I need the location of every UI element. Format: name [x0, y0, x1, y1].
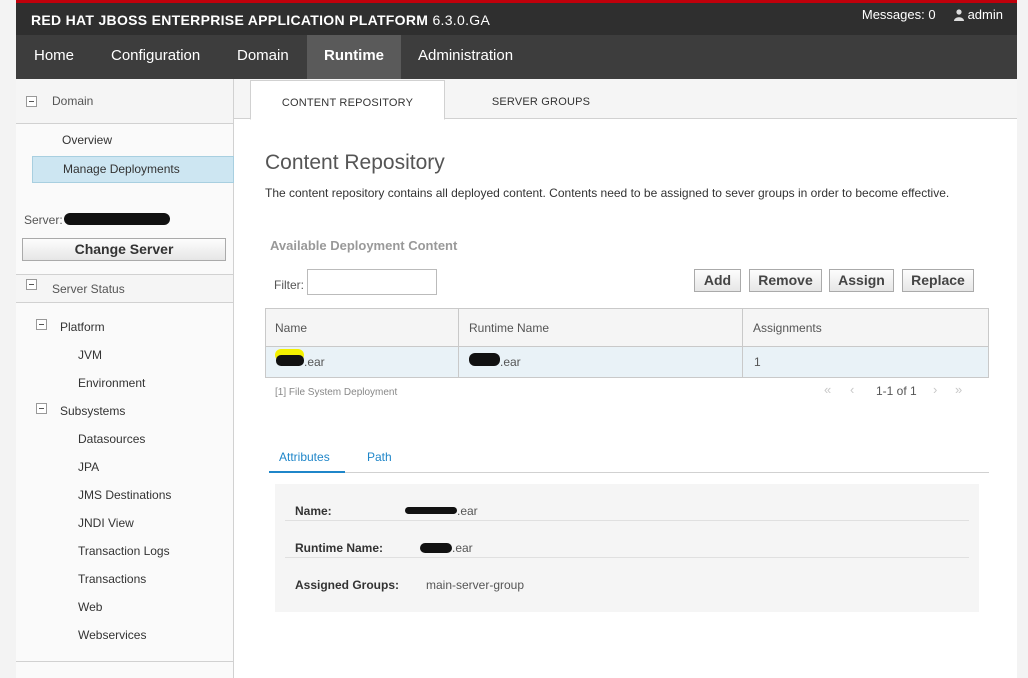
attribute-row-name: Name: .ear — [285, 484, 969, 521]
remove-button[interactable]: Remove — [749, 269, 822, 292]
sidebar-section-label: Domain — [52, 94, 94, 108]
redacted-server-name — [64, 213, 170, 225]
filter-label: Filter: — [274, 278, 304, 292]
sidebar-item-transactions[interactable]: Transactions — [78, 572, 146, 586]
table-header-row: Name Runtime Name Assignments — [266, 309, 988, 347]
attribute-row-assigned-groups: Assigned Groups: main-server-group — [285, 558, 969, 595]
attribute-value: main-server-group — [426, 578, 525, 592]
sidebar-item-jvm[interactable]: JVM — [78, 348, 102, 362]
table-row[interactable]: .ear .ear 1 — [266, 347, 988, 377]
sidebar-section-label: Server Status — [52, 282, 125, 296]
brand-version: 6.3.0.GA — [432, 12, 491, 28]
column-divider — [458, 309, 459, 377]
user-menu[interactable]: admin — [953, 7, 1003, 22]
nav-domain[interactable]: Domain — [219, 35, 307, 79]
main-navbar: Home Configuration Domain Runtime Admini… — [16, 35, 1017, 79]
nav-runtime[interactable]: Runtime — [307, 35, 401, 79]
cell-assignments: 1 — [754, 355, 761, 369]
page-gutter-right — [1017, 0, 1028, 678]
sidebar-section-domain[interactable]: Domain — [16, 79, 233, 124]
change-server-button[interactable]: Change Server — [22, 238, 226, 261]
add-button[interactable]: Add — [694, 269, 741, 292]
cell-runtime-name: .ear — [500, 355, 521, 369]
sidebar-item-environment[interactable]: Environment — [78, 376, 145, 390]
attribute-label: Name: — [295, 504, 332, 518]
nav-administration[interactable]: Administration — [400, 35, 531, 79]
first-page-icon[interactable]: « — [824, 382, 831, 397]
tab-path[interactable]: Path — [367, 450, 392, 464]
tab-strip: CONTENT REPOSITORY SERVER GROUPS — [234, 79, 1017, 120]
attribute-value: .ear — [457, 504, 478, 518]
last-page-icon[interactable]: » — [955, 382, 962, 397]
column-header-runtime-name[interactable]: Runtime Name — [469, 321, 549, 335]
top-header-bar: RED HAT JBOSS ENTERPRISE APPLICATION PLA… — [16, 0, 1017, 35]
column-divider — [742, 309, 743, 377]
active-tab-indicator — [269, 471, 345, 473]
header-tools: Messages: 0 admin — [862, 7, 1003, 22]
sidebar-item-datasources[interactable]: Datasources — [78, 432, 145, 446]
server-selector: Server: Change Server — [16, 197, 233, 275]
tab-server-groups[interactable]: SERVER GROUPS — [446, 80, 636, 120]
sidebar-divider — [16, 661, 233, 662]
collapse-icon[interactable] — [26, 279, 37, 290]
redacted-runtime-name — [469, 353, 500, 366]
sidebar-section-server-status[interactable]: Server Status — [16, 275, 233, 303]
previous-page-icon[interactable]: ‹ — [850, 382, 854, 397]
sidebar-item-overview[interactable]: Overview — [62, 133, 112, 147]
collapse-icon[interactable] — [36, 319, 47, 330]
collapse-icon[interactable] — [36, 403, 47, 414]
assign-button[interactable]: Assign — [829, 269, 894, 292]
redacted-name — [276, 355, 304, 366]
sidebar-item-manage-deployments[interactable]: Manage Deployments — [32, 156, 234, 183]
page-gutter-left — [0, 0, 16, 678]
sidebar-item-platform[interactable]: Platform — [60, 320, 105, 334]
column-header-name[interactable]: Name — [275, 321, 307, 335]
nav-home[interactable]: Home — [16, 35, 92, 79]
detail-tabs-divider — [269, 472, 989, 473]
sidebar-item-subsystems[interactable]: Subsystems — [60, 404, 125, 418]
page-title: Content Repository — [265, 151, 445, 174]
brand-title: RED HAT JBOSS ENTERPRISE APPLICATION PLA… — [31, 12, 490, 28]
user-icon — [953, 8, 964, 21]
attribute-value: .ear — [452, 541, 473, 555]
table-footnote: [1] File System Deployment — [275, 387, 398, 398]
sidebar: Domain Overview Manage Deployments Serve… — [16, 79, 234, 678]
tab-attributes[interactable]: Attributes — [279, 450, 330, 464]
section-title: Available Deployment Content — [270, 238, 458, 253]
server-label: Server: — [24, 213, 63, 227]
redacted-value — [405, 507, 457, 514]
sidebar-item-jpa[interactable]: JPA — [78, 460, 99, 474]
attributes-panel: Name: .ear Runtime Name: .ear Assigned G… — [275, 484, 979, 612]
page-description: The content repository contains all depl… — [265, 186, 950, 200]
sidebar-item-web[interactable]: Web — [78, 600, 102, 614]
nav-configuration[interactable]: Configuration — [93, 35, 218, 79]
attribute-label: Runtime Name: — [295, 541, 384, 555]
column-header-assignments[interactable]: Assignments — [753, 321, 822, 335]
messages-link[interactable]: Messages: 0 — [862, 7, 936, 22]
sidebar-item-transaction-logs[interactable]: Transaction Logs — [78, 544, 170, 558]
sidebar-item-jms-destinations[interactable]: JMS Destinations — [78, 488, 171, 502]
sidebar-item-webservices[interactable]: Webservices — [78, 628, 146, 642]
redacted-value — [420, 543, 452, 553]
next-page-icon[interactable]: › — [933, 382, 937, 397]
brand-name: RED HAT JBOSS ENTERPRISE APPLICATION PLA… — [31, 12, 429, 28]
replace-button[interactable]: Replace — [902, 269, 974, 292]
pager-status: 1-1 of 1 — [876, 384, 917, 398]
sidebar-item-jndi-view[interactable]: JNDI View — [78, 516, 134, 530]
filter-input[interactable] — [307, 269, 437, 295]
collapse-icon[interactable] — [26, 96, 37, 107]
attribute-row-runtime-name: Runtime Name: .ear — [285, 521, 969, 558]
deployment-table: Name Runtime Name Assignments .ear .ear … — [265, 308, 989, 378]
tab-content-repository[interactable]: CONTENT REPOSITORY — [250, 80, 445, 120]
attribute-label: Assigned Groups: — [295, 578, 400, 592]
username: admin — [967, 7, 1003, 22]
cell-name: .ear — [304, 355, 325, 369]
